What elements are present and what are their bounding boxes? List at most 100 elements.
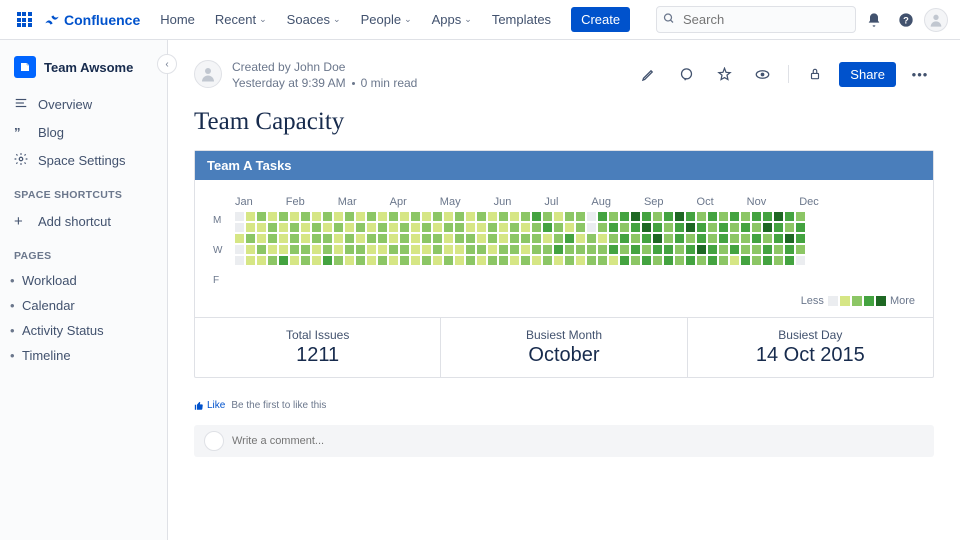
heatmap-cell <box>752 234 761 243</box>
heatmap-cell <box>565 256 574 265</box>
heatmap-cell <box>631 212 640 221</box>
heatmap-cell <box>356 256 365 265</box>
stat-busiest-day: Busiest Day14 Oct 2015 <box>688 318 933 377</box>
blog-icon: ” <box>14 125 28 140</box>
space-header[interactable]: Team Awsome <box>0 52 167 90</box>
heatmap-legend: Less More <box>213 295 915 307</box>
heatmap-cell <box>400 234 409 243</box>
help-icon[interactable]: ? <box>892 6 920 34</box>
restrictions-icon[interactable] <box>801 60 829 88</box>
more-actions-icon[interactable]: ••• <box>906 60 934 88</box>
heatmap-cell <box>730 245 739 254</box>
heatmap-cell <box>609 234 618 243</box>
heatmap-cell <box>532 223 541 232</box>
heatmap-cell <box>697 256 706 265</box>
heatmap-cell <box>719 212 728 221</box>
heatmap-cell <box>246 212 255 221</box>
search-input[interactable] <box>656 6 856 33</box>
collapse-sidebar-button[interactable]: ‹ <box>157 54 177 74</box>
page-actions: Share ••• <box>634 60 934 88</box>
comment-input[interactable] <box>232 435 924 447</box>
heatmap-cell <box>268 223 277 232</box>
heatmap-cell <box>499 234 508 243</box>
heatmap-cell <box>785 245 794 254</box>
page-timestamp: Yesterday at 9:39 AM <box>232 76 346 90</box>
heatmap-cell <box>378 234 387 243</box>
heatmap-cell <box>334 223 343 232</box>
notifications-icon[interactable] <box>860 6 888 34</box>
heatmap-cell <box>400 256 409 265</box>
heatmap-cell <box>554 234 563 243</box>
heatmap-cell <box>477 223 486 232</box>
heatmap-cell <box>587 245 596 254</box>
heatmap-cell <box>774 245 783 254</box>
heatmap-cell <box>466 212 475 221</box>
chevron-down-icon: ⌄ <box>259 14 267 25</box>
heatmap-cell <box>675 256 684 265</box>
heatmap-cell <box>521 245 530 254</box>
heatmap-cell <box>323 234 332 243</box>
nav-soaces[interactable]: Soaces⌄ <box>279 8 349 31</box>
edit-icon[interactable] <box>634 60 662 88</box>
heatmap-cell <box>697 245 706 254</box>
heatmap-cell <box>488 245 497 254</box>
heatmap-cell <box>422 256 431 265</box>
share-button[interactable]: Share <box>839 62 896 87</box>
stats-row: Total Issues1211Busiest MonthOctoberBusi… <box>195 317 933 377</box>
page-title: Team Capacity <box>194 108 934 136</box>
sidebar-space-settings[interactable]: Space Settings <box>0 146 167 175</box>
heatmap-cell <box>576 234 585 243</box>
watch-icon[interactable] <box>748 60 776 88</box>
heatmap-cell <box>268 234 277 243</box>
heatmap-cell <box>697 234 706 243</box>
heatmap-cell <box>796 212 805 221</box>
heatmap-cell <box>785 212 794 221</box>
profile-avatar[interactable] <box>924 8 948 32</box>
heatmap-cell <box>499 212 508 221</box>
sidebar-overview[interactable]: Overview <box>0 90 167 119</box>
like-button[interactable]: Like <box>194 400 225 411</box>
page-calendar[interactable]: Calendar <box>0 293 167 318</box>
heatmap-cell <box>367 212 376 221</box>
comment-icon[interactable] <box>672 60 700 88</box>
product-logo[interactable]: Confluence <box>44 12 140 28</box>
nav-people[interactable]: People⌄ <box>353 8 420 31</box>
heatmap-cell <box>774 256 783 265</box>
heatmap-cell <box>565 234 574 243</box>
heatmap-month-labels: JanFebMarAprMayJunJulAugSepOctNovDec <box>235 196 915 208</box>
nav-apps[interactable]: Apps⌄ <box>424 8 480 31</box>
heatmap-cell <box>422 245 431 254</box>
heatmap-cell <box>400 212 409 221</box>
author-avatar[interactable] <box>194 60 222 88</box>
heatmap-cell <box>510 245 519 254</box>
sidebar-blog[interactable]: ”Blog <box>0 119 167 146</box>
author-name[interactable]: John Doe <box>294 60 345 74</box>
stat-total-issues: Total Issues1211 <box>195 318 441 377</box>
heatmap-cell <box>345 212 354 221</box>
heatmap-cell <box>477 245 486 254</box>
heatmap-cell <box>620 245 629 254</box>
heatmap-cell <box>752 245 761 254</box>
main-content: Created by John Doe Yesterday at 9:39 AM… <box>168 40 960 540</box>
heatmap-cell <box>642 256 651 265</box>
heatmap-cell <box>598 223 607 232</box>
page-activity-status[interactable]: Activity Status <box>0 318 167 343</box>
app-switcher-icon[interactable] <box>12 8 36 32</box>
heatmap-cell <box>730 256 739 265</box>
add-shortcut-button[interactable]: + Add shortcut <box>0 207 167 236</box>
star-icon[interactable] <box>710 60 738 88</box>
nav-home[interactable]: Home <box>152 8 203 31</box>
nav-recent[interactable]: Recent⌄ <box>207 8 275 31</box>
heatmap-cell <box>510 223 519 232</box>
heatmap-cell <box>257 212 266 221</box>
heatmap-cell <box>719 234 728 243</box>
heatmap-cell <box>466 223 475 232</box>
heatmap-cell <box>279 212 288 221</box>
heatmap-cell <box>631 256 640 265</box>
chevron-down-icon: ⌄ <box>333 14 341 25</box>
page-workload[interactable]: Workload <box>0 268 167 293</box>
page-timeline[interactable]: Timeline <box>0 343 167 368</box>
nav-templates[interactable]: Templates <box>484 8 559 31</box>
heatmap-cell <box>235 234 244 243</box>
create-button[interactable]: Create <box>571 7 630 32</box>
